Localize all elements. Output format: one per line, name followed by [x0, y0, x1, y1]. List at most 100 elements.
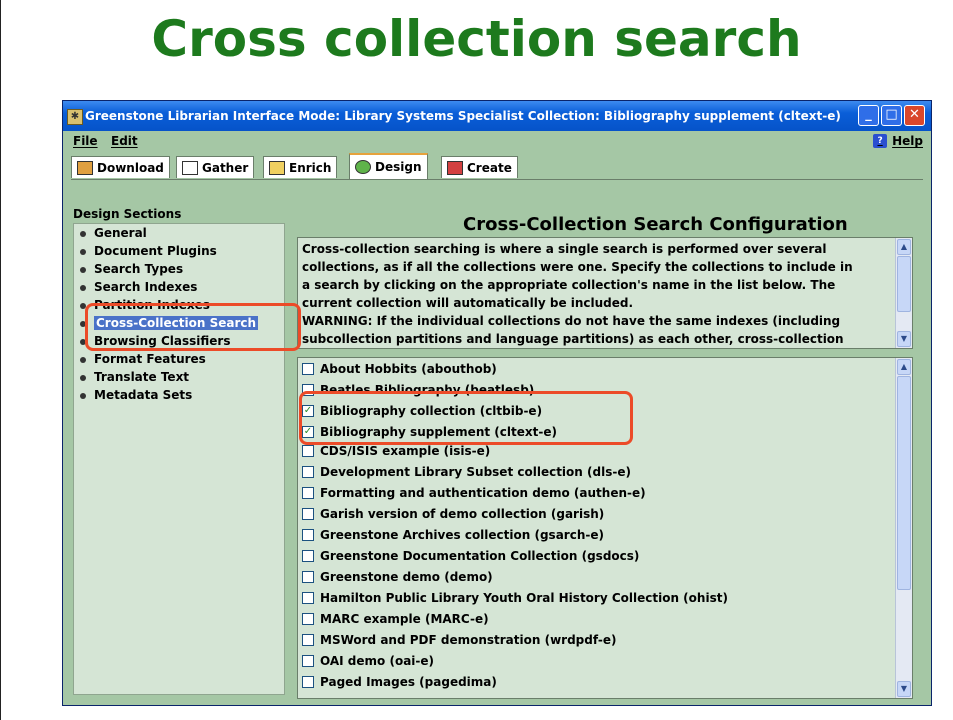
collection-label: OAI demo (oai-e) — [320, 654, 435, 668]
checkbox[interactable] — [302, 613, 314, 625]
minimize-button[interactable]: _ — [858, 105, 879, 126]
menu-help[interactable]: ? Help — [873, 134, 923, 148]
collection-item[interactable]: Paged Images (pagedima) — [302, 673, 497, 691]
collection-label: MSWord and PDF demonstration (wrdpdf-e) — [320, 633, 617, 647]
tab-download[interactable]: Download — [71, 156, 170, 178]
collection-item[interactable]: Greenstone Documentation Collection (gsd… — [302, 547, 639, 565]
collection-label: Paged Images (pagedima) — [320, 675, 497, 689]
scroll-thumb[interactable] — [897, 376, 911, 590]
create-icon — [447, 160, 463, 175]
checkbox[interactable] — [302, 655, 314, 667]
section-label: General — [94, 226, 147, 240]
tab-gather[interactable]: Gather — [176, 156, 255, 178]
collection-item[interactable]: Greenstone demo (demo) — [302, 568, 493, 586]
checkbox[interactable] — [302, 363, 314, 375]
section-label: Translate Text — [94, 370, 190, 384]
collection-label: About Hobbits (abouthob) — [320, 362, 497, 376]
description-line: current collection will automatically be… — [302, 296, 634, 310]
collection-label: CDS/ISIS example (isis-e) — [320, 444, 491, 458]
bullet-icon — [80, 266, 86, 273]
collection-item[interactable]: Garish version of demo collection (garis… — [302, 505, 604, 523]
description-line: WARNING: If the individual collections d… — [302, 314, 841, 328]
section-label: Metadata Sets — [94, 388, 193, 402]
menu-edit[interactable]: Edit — [111, 134, 138, 148]
scroll-up-arrow-icon[interactable]: ▲ — [897, 239, 911, 255]
section-item-metadata-sets[interactable]: Metadata Sets — [74, 386, 284, 404]
maximize-button[interactable]: □ — [881, 105, 902, 126]
config-title: Cross-Collection Search Configuration — [463, 214, 848, 235]
gear-icon — [355, 160, 371, 174]
checkbox[interactable] — [302, 634, 314, 646]
slide-title: Cross collection search — [151, 10, 802, 68]
collection-label: MARC example (MARC-e) — [320, 612, 489, 626]
checkbox[interactable] — [302, 676, 314, 688]
description-text: Cross-collection searching is where a si… — [302, 240, 888, 348]
checkbox[interactable] — [302, 550, 314, 562]
scroll-down-arrow-icon[interactable]: ▼ — [897, 331, 911, 347]
collection-scrollbar[interactable]: ▲ ▼ — [895, 358, 912, 698]
description-scrollbar[interactable]: ▲ ▼ — [895, 238, 912, 348]
tab-label: Gather — [202, 160, 249, 175]
section-label: Search Types — [94, 262, 184, 276]
title-bar[interactable]: ✱ Greenstone Librarian Interface Mode: L… — [63, 101, 931, 131]
gather-icon — [182, 160, 198, 175]
collection-item[interactable]: About Hobbits (abouthob) — [302, 360, 497, 378]
collection-item[interactable]: Greenstone Archives collection (gsarch-e… — [302, 526, 604, 544]
collection-item[interactable]: Hamilton Public Library Youth Oral Histo… — [302, 589, 728, 607]
design-sections-list: General Document Plugins Search Types Se… — [73, 223, 285, 695]
tab-label: Design — [375, 160, 422, 174]
collection-label: Greenstone Archives collection (gsarch-e… — [320, 528, 604, 542]
checkbox[interactable] — [302, 529, 314, 541]
checkbox[interactable] — [302, 487, 314, 499]
collection-label: Formatting and authentication demo (auth… — [320, 486, 646, 500]
annotation-highlight-checked — [299, 391, 633, 445]
collection-item[interactable]: OAI demo (oai-e) — [302, 652, 434, 670]
tab-create[interactable]: Create — [441, 156, 518, 178]
tab-design[interactable]: Design — [349, 153, 428, 179]
menu-help-label: Help — [892, 134, 923, 148]
bullet-icon — [80, 356, 86, 363]
section-item-general[interactable]: General — [74, 224, 284, 242]
collection-item[interactable]: MARC example (MARC-e) — [302, 610, 489, 628]
app-window: ✱ Greenstone Librarian Interface Mode: L… — [62, 100, 932, 706]
menu-bar: File Edit ? Help — [63, 131, 931, 151]
bullet-icon — [80, 392, 86, 399]
scroll-thumb[interactable] — [897, 256, 911, 312]
checkbox[interactable] — [302, 592, 314, 604]
description-line: subcollection partitions and language pa… — [302, 332, 844, 346]
close-button[interactable]: ✕ — [904, 105, 925, 126]
checkbox[interactable] — [302, 466, 314, 478]
tab-label: Enrich — [289, 160, 332, 175]
description-line: a search by clicking on the appropriate … — [302, 278, 836, 292]
scroll-up-arrow-icon[interactable]: ▲ — [897, 359, 911, 375]
description-line: collections, as if all the collections w… — [302, 260, 853, 274]
menu-file[interactable]: File — [73, 134, 98, 148]
section-label: Format Features — [94, 352, 206, 366]
collection-item[interactable]: MSWord and PDF demonstration (wrdpdf-e) — [302, 631, 616, 649]
collection-label: Hamilton Public Library Youth Oral Histo… — [320, 591, 728, 605]
bullet-icon — [80, 248, 86, 255]
download-icon — [77, 160, 93, 175]
scroll-down-arrow-icon[interactable]: ▼ — [897, 681, 911, 697]
section-item-search-types[interactable]: Search Types — [74, 260, 284, 278]
tab-label: Download — [97, 160, 164, 175]
collection-item[interactable]: Development Library Subset collection (d… — [302, 463, 631, 481]
section-item-format-features[interactable]: Format Features — [74, 350, 284, 368]
app-icon: ✱ — [67, 109, 83, 125]
checkbox[interactable] — [302, 445, 314, 457]
tab-enrich[interactable]: Enrich — [263, 156, 338, 178]
checkbox[interactable] — [302, 571, 314, 583]
section-item-translate-text[interactable]: Translate Text — [74, 368, 284, 386]
bullet-icon — [80, 230, 86, 237]
annotation-highlight-sections — [85, 303, 301, 351]
checkbox[interactable] — [302, 508, 314, 520]
description-textarea[interactable]: Cross-collection searching is where a si… — [297, 237, 913, 349]
slide-border — [0, 0, 1, 720]
section-label: Document Plugins — [94, 244, 217, 258]
collection-label: Development Library Subset collection (d… — [320, 465, 631, 479]
collection-label: Garish version of demo collection (garis… — [320, 507, 605, 521]
section-item-search-indexes[interactable]: Search Indexes — [74, 278, 284, 296]
collection-item[interactable]: Formatting and authentication demo (auth… — [302, 484, 646, 502]
section-item-document-plugins[interactable]: Document Plugins — [74, 242, 284, 260]
tab-label: Create — [467, 160, 512, 175]
